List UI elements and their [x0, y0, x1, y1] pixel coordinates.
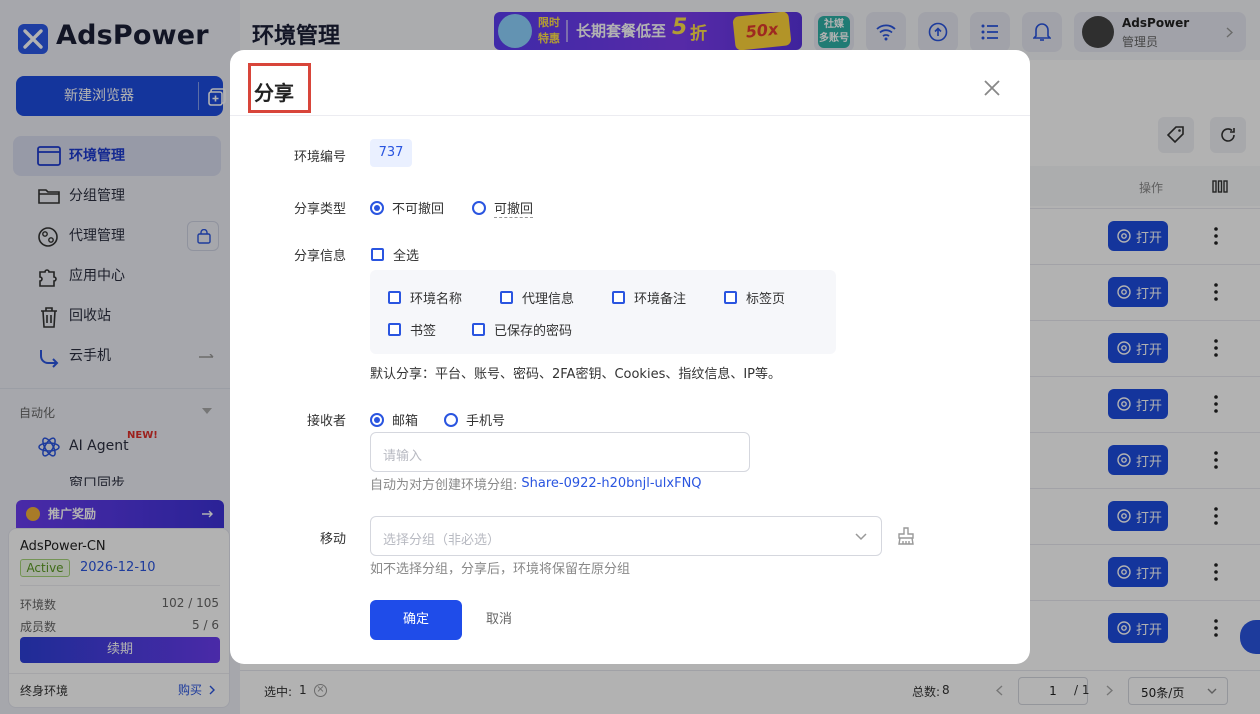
env-id-label: 环境编号 [293, 150, 346, 165]
cancel-button[interactable]: 取消 [486, 600, 512, 640]
default-share-note: 默认分享：平台、账号、密码、2FA密钥、Cookies、指纹信息、IP等。 [370, 367, 782, 382]
checkbox[interactable] [612, 291, 625, 304]
checkbox[interactable] [500, 291, 513, 304]
share-info-label: 分享信息 [293, 249, 346, 264]
option-env-notes[interactable]: 环境备注 [612, 288, 686, 307]
checkbox[interactable] [724, 291, 737, 304]
radio-button[interactable] [370, 200, 384, 215]
radio-button[interactable] [472, 201, 486, 215]
option-proxy-info[interactable]: 代理信息 [500, 288, 574, 307]
receiver-placeholder: 请输入 [383, 449, 423, 464]
share-info-options [370, 270, 836, 354]
group-select[interactable]: 选择分组（非必选） [370, 516, 882, 556]
radio-button[interactable] [444, 412, 458, 427]
chevron-down-icon [855, 533, 867, 541]
confirm-button[interactable]: 确定 [370, 600, 462, 640]
receiver-label: 接收者 [306, 414, 346, 429]
dialog-title: 分享 [254, 81, 294, 105]
option-env-name[interactable]: 环境名称 [388, 288, 462, 307]
option-saved-passwords[interactable]: 已保存的密码 [472, 320, 572, 339]
env-id-value: 737 [370, 139, 412, 167]
option-tabs[interactable]: 标签页 [724, 288, 785, 307]
radio-button[interactable] [370, 412, 384, 427]
share-type-label: 分享类型 [293, 202, 346, 217]
checkbox[interactable] [388, 291, 401, 304]
share-dialog: 分享 环境编号 737 分享类型 不可撤回 可撤回 分享信息 全选 环境名称 代… [230, 50, 1030, 664]
option-bookmarks[interactable]: 书签 [388, 320, 436, 339]
group-select-placeholder: 选择分组（非必选） [383, 533, 501, 548]
select-all-checkbox[interactable]: 全选 [371, 245, 419, 264]
share-type-irrevocable[interactable]: 不可撤回 [370, 198, 444, 217]
auto-group-note: 自动为对方创建环境分组: Share-0922-h20bnjl-ulxFNQ [370, 476, 702, 493]
move-label: 移动 [319, 532, 346, 547]
receiver-type-phone[interactable]: 手机号 [444, 410, 505, 429]
auto-group-name: Share-0922-h20bnjl-ulxFNQ [521, 476, 702, 491]
close-icon[interactable] [980, 76, 1004, 100]
checkbox[interactable] [388, 323, 401, 336]
move-hint: 如不选择分组，分享后，环境将保留在原分组 [370, 562, 631, 577]
share-type-revocable[interactable]: 可撤回 [472, 198, 534, 218]
clear-brush-icon[interactable] [896, 526, 916, 546]
checkbox[interactable] [472, 323, 485, 336]
checkbox[interactable] [371, 248, 384, 261]
receiver-input[interactable]: 请输入 [370, 432, 750, 472]
receiver-type-email[interactable]: 邮箱 [370, 410, 418, 429]
